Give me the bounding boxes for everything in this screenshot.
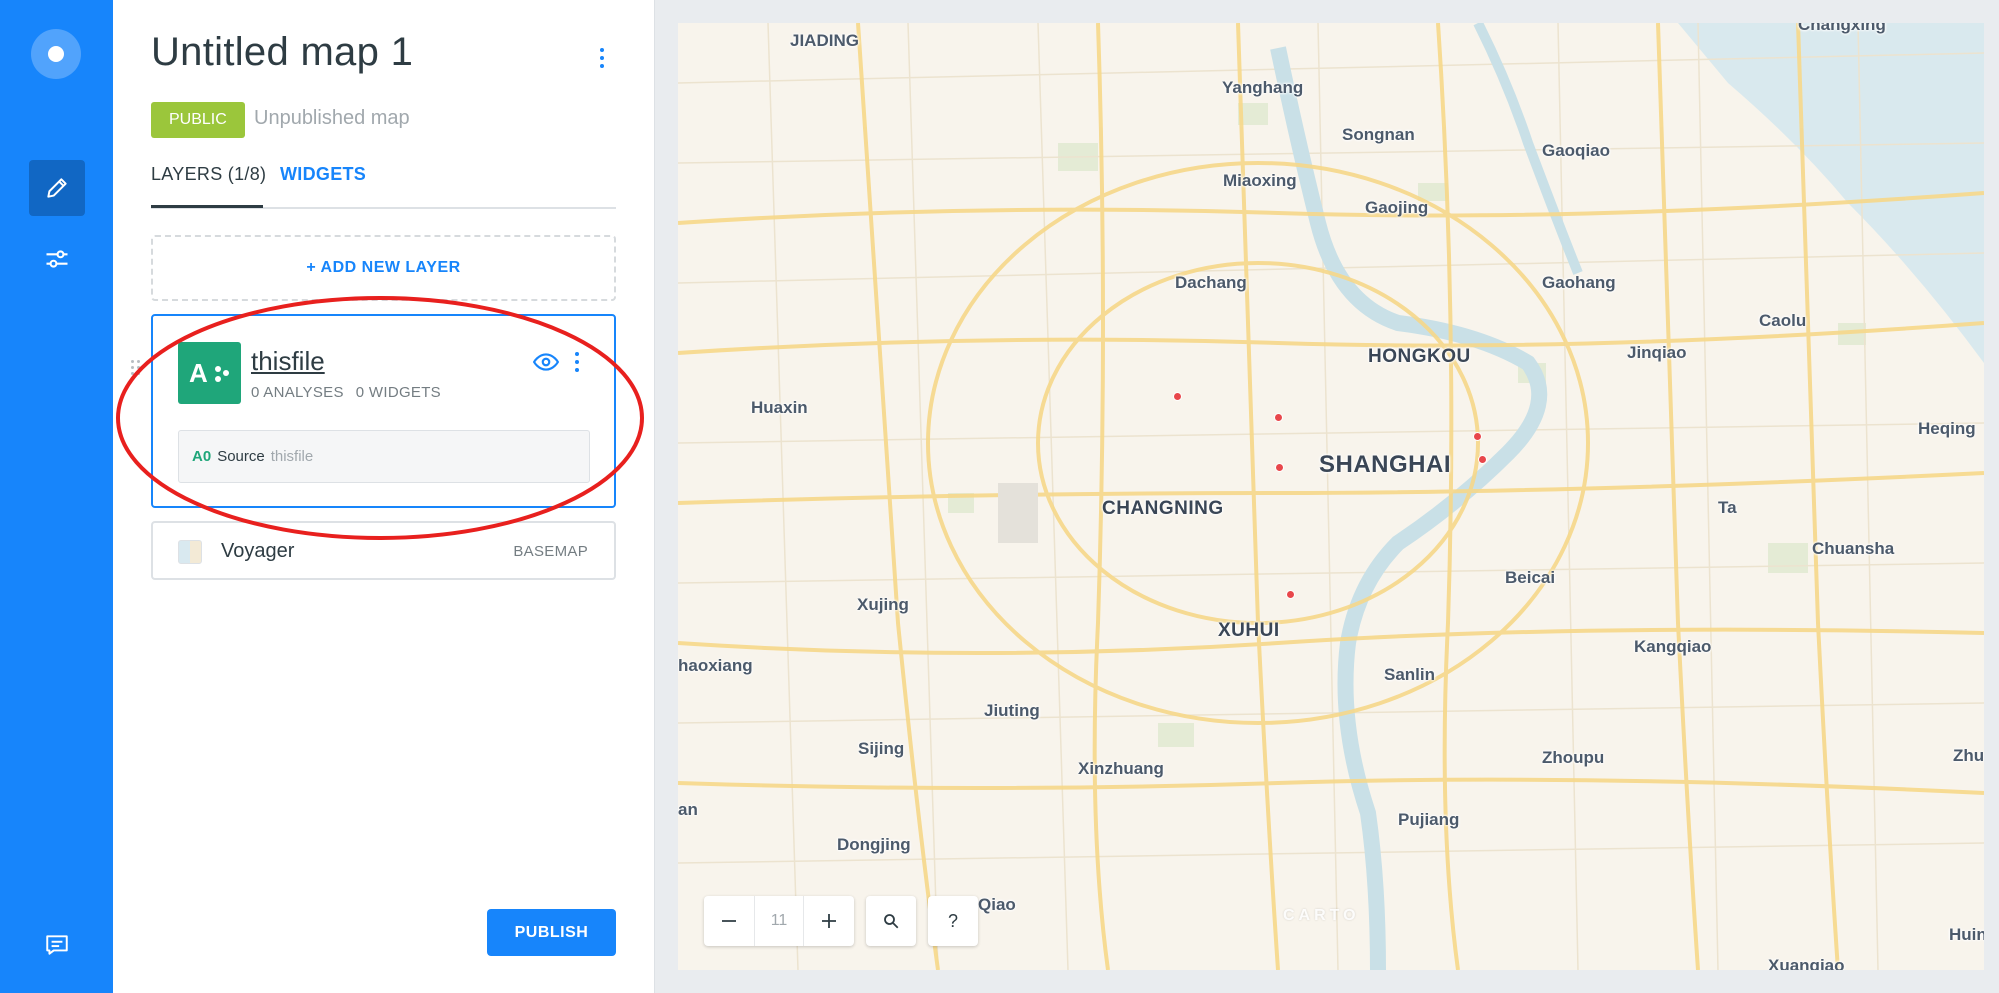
- map-title[interactable]: Untitled map 1: [151, 30, 413, 75]
- map-label: HONGKOU: [1368, 346, 1471, 367]
- layer-name[interactable]: thisfile: [251, 346, 325, 377]
- map-label: Sijing: [858, 739, 905, 758]
- minus-icon: [722, 920, 736, 922]
- map-label: Huaxin: [751, 398, 808, 417]
- sliders-icon: [46, 250, 68, 268]
- map-label: Heqing: [1918, 419, 1976, 438]
- map-label: Gaoqiao: [1542, 141, 1611, 160]
- source-label: Source: [217, 448, 265, 465]
- map-label: Chuansha: [1812, 539, 1895, 558]
- map-search-button[interactable]: [866, 896, 916, 946]
- publish-status: Unpublished map: [254, 107, 410, 129]
- zoom-control: 11: [704, 896, 854, 946]
- map-label: Sanlin: [1384, 665, 1436, 684]
- map-label: Miaoxing: [1223, 171, 1297, 190]
- map-label: Jiuting: [984, 701, 1040, 720]
- map-label: Pujiang: [1398, 810, 1460, 829]
- add-new-layer-button[interactable]: + ADD NEW LAYER: [151, 235, 616, 301]
- layer-analyses-count: 0 ANALYSES: [251, 384, 344, 401]
- basemap-card[interactable]: Voyager BASEMAP: [151, 521, 616, 580]
- map-canvas[interactable]: JIADING Changxing Yanghang Songnan Gaoqi…: [678, 23, 1984, 970]
- map-point[interactable]: [1473, 432, 1482, 441]
- source-node-id: A0: [192, 448, 212, 465]
- drag-handle-icon[interactable]: [131, 360, 143, 388]
- zoom-level: 11: [754, 896, 804, 946]
- map-label: SHANGHAI: [1319, 451, 1452, 478]
- feedback-nav-button[interactable]: [29, 917, 85, 973]
- basemap-name: Voyager: [221, 540, 295, 562]
- editor-panel: Untitled map 1 PUBLIC Unpublished map LA…: [113, 0, 655, 993]
- active-tab-indicator: [151, 205, 263, 208]
- zoom-out-button[interactable]: [704, 896, 754, 946]
- plus-icon: [822, 914, 836, 928]
- layer-letter-icon[interactable]: A: [178, 342, 241, 404]
- map-label: haoxiang: [678, 656, 753, 675]
- layer-card[interactable]: A thisfile 0 ANALYSES 0 WIDGETS A0 Source…: [131, 314, 616, 508]
- layer-meta: 0 ANALYSES 0 WIDGETS: [251, 384, 441, 401]
- map-label: XUHUI: [1218, 620, 1280, 641]
- layer-options-menu-button[interactable]: [572, 350, 582, 374]
- map-label: Gaojing: [1365, 198, 1429, 217]
- map-options-menu-button[interactable]: [594, 44, 610, 72]
- map-label: JIADING: [790, 31, 859, 50]
- map-label: Beicai: [1505, 568, 1556, 587]
- basemap-thumbnail: [178, 540, 202, 564]
- map-label: Xuanqiao: [1768, 956, 1845, 970]
- eye-icon[interactable]: [533, 349, 559, 375]
- layer-widgets-count: 0 WIDGETS: [355, 384, 441, 401]
- map-point[interactable]: [1173, 392, 1182, 401]
- publish-button[interactable]: PUBLISH: [487, 909, 616, 956]
- map-label: Huin: [1949, 925, 1984, 944]
- map-label: CHANGNING: [1102, 498, 1224, 519]
- carto-attribution: CARTO: [1283, 907, 1360, 924]
- source-value: thisfile: [270, 448, 314, 465]
- map-label: Yanghang: [1222, 78, 1304, 97]
- panel-tabs: LAYERS (1/8) WIDGETS: [151, 160, 616, 209]
- map-point[interactable]: [1274, 413, 1283, 422]
- tab-widgets[interactable]: WIDGETS: [280, 164, 366, 185]
- map-label: Changxing: [1798, 23, 1886, 34]
- tab-layers[interactable]: LAYERS (1/8): [151, 164, 266, 185]
- map-label: Xujing: [857, 595, 909, 614]
- map-label: Zhu: [1953, 746, 1984, 765]
- map-label: Jinqiao: [1627, 343, 1687, 362]
- basemap-tag: BASEMAP: [513, 543, 588, 560]
- map-label: Gaohang: [1542, 273, 1616, 292]
- chat-icon: [46, 935, 68, 955]
- map-label: Songnan: [1342, 125, 1415, 144]
- map-point[interactable]: [1478, 455, 1487, 464]
- carto-logo-icon[interactable]: [31, 29, 81, 79]
- map-controls: 11 ?: [704, 896, 978, 946]
- point-geometry-icon: [211, 362, 233, 384]
- map-label: Dongjing: [837, 835, 911, 854]
- basemap-tiles: [678, 23, 1984, 970]
- map-label: Caolu: [1759, 311, 1807, 330]
- pencil-icon: [47, 178, 67, 198]
- map-label: an: [678, 800, 698, 819]
- map-label: Kangqiao: [1634, 637, 1712, 656]
- map-label: Xinzhuang: [1078, 759, 1164, 778]
- map-settings-nav-button[interactable]: [29, 231, 85, 287]
- map-label: Qiao: [978, 895, 1016, 914]
- layer-source-node[interactable]: A0 Source thisfile: [178, 430, 590, 483]
- map-point[interactable]: [1275, 463, 1284, 472]
- layer-letter: A: [189, 357, 208, 388]
- map-label: Dachang: [1175, 273, 1247, 292]
- map-help-button[interactable]: ?: [928, 896, 978, 946]
- map-point[interactable]: [1286, 590, 1295, 599]
- zoom-in-button[interactable]: [804, 896, 854, 946]
- nav-rail: [0, 0, 113, 993]
- edit-map-nav-button[interactable]: [29, 160, 85, 216]
- map-label: Ta: [1718, 498, 1737, 517]
- map-label: Zhoupu: [1542, 748, 1605, 767]
- search-icon: [884, 914, 899, 929]
- privacy-badge[interactable]: PUBLIC: [151, 102, 245, 138]
